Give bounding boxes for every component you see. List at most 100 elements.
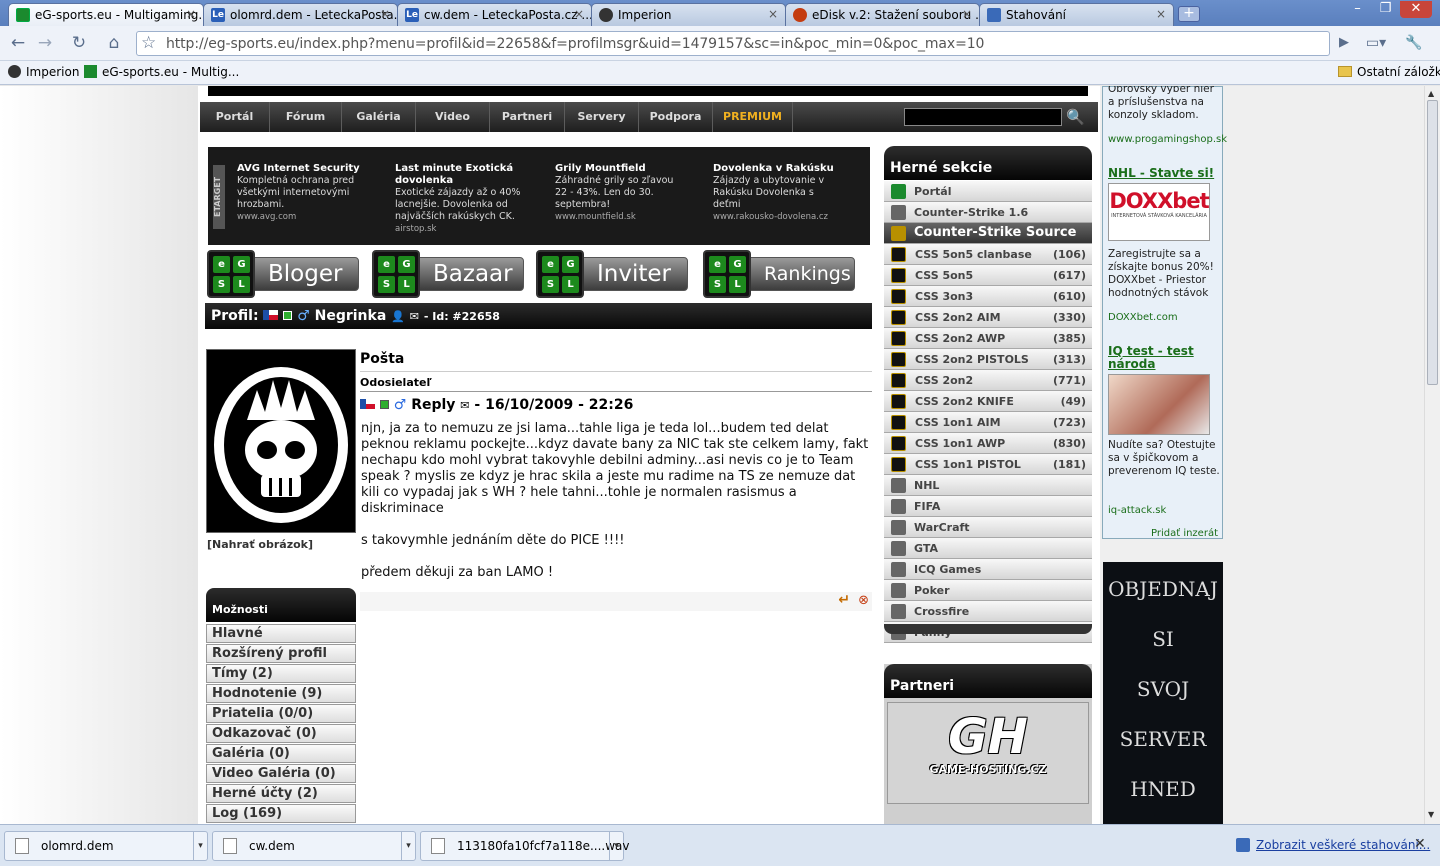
game-section-item[interactable]: Poker: [884, 580, 1092, 601]
game-section-item[interactable]: CSS 1on1 AIM (723): [884, 412, 1092, 433]
site-search-input[interactable]: [904, 108, 1062, 126]
forward-icon[interactable]: →: [33, 32, 57, 54]
iq-ad-url[interactable]: iq-attack.sk: [1108, 504, 1166, 517]
bookmark-egsports[interactable]: eG-sports.eu - Multig...: [84, 65, 239, 79]
game-section-item[interactable]: CSS 5on5 clanbase (106): [884, 244, 1092, 265]
doxx-ad-url[interactable]: DOXXbet.com: [1108, 311, 1178, 324]
chevron-down-icon[interactable]: ▾: [609, 832, 623, 860]
game-section-item[interactable]: NHL: [884, 475, 1092, 496]
iq-ad-image[interactable]: [1108, 374, 1210, 435]
scroll-down-icon[interactable]: ▼: [1428, 810, 1434, 819]
doxxbet-logo[interactable]: DOXXbet INTERNETOVÁ STÁVKOVÁ KANCELÁRIA: [1108, 183, 1210, 241]
game-section-item[interactable]: Counter-Strike 1.6: [884, 202, 1092, 223]
nav-partneri[interactable]: Partneri: [490, 102, 565, 132]
option-timy[interactable]: Tímy (2): [206, 664, 356, 683]
ad-avg[interactable]: AVG Internet Security Kompletná ochrana …: [237, 163, 387, 223]
option-video-galeria[interactable]: Video Galéria (0): [206, 764, 356, 783]
address-bar[interactable]: ☆ http://eg-sports.eu/index.php?menu=pro…: [136, 31, 1330, 56]
game-section-item[interactable]: FIFA: [884, 496, 1092, 517]
ad-lastminute[interactable]: Last minute Exotická dovolenka Exotické …: [395, 163, 545, 235]
game-hosting-logo[interactable]: GH GAME-HOSTING.CZ: [887, 702, 1089, 804]
tab-edisk[interactable]: eDisk v.2: Stažení souboru ... ×: [785, 3, 980, 26]
game-section-item[interactable]: CSS 1on1 PISTOL (181): [884, 454, 1092, 475]
ad-rakusko[interactable]: Dovolenka v Rakúsku Zájazdy a ubytovanie…: [713, 163, 843, 223]
tab-imperion[interactable]: Imperion ×: [591, 3, 786, 26]
server-order-banner[interactable]: OBJEDNAJ SI SVOJ SERVER HNED: [1103, 562, 1223, 824]
delete-icon[interactable]: ⊗: [858, 593, 869, 608]
close-icon[interactable]: ×: [380, 7, 390, 21]
game-section-item[interactable]: CSS 2on2 AWP (385): [884, 328, 1092, 349]
nav-servery[interactable]: Servery: [565, 102, 639, 132]
maximize-button[interactable]: ❐: [1372, 1, 1399, 18]
upload-image-link[interactable]: [Nahrať obrázok]: [207, 538, 313, 551]
close-window-button[interactable]: ✕: [1400, 1, 1432, 18]
game-section-item[interactable]: Crossfire: [884, 601, 1092, 622]
game-section-item[interactable]: CSS 2on2 AIM (330): [884, 307, 1092, 328]
game-section-item[interactable]: GTA: [884, 538, 1092, 559]
bookmark-imperion[interactable]: Imperion: [8, 65, 79, 79]
game-section-item[interactable]: Counter-Strike Source: [884, 223, 1092, 244]
game-section-item[interactable]: ICQ Games: [884, 559, 1092, 580]
show-all-downloads-link[interactable]: Zobrazit veškeré stahování...: [1256, 838, 1430, 852]
star-icon[interactable]: ☆: [141, 33, 156, 53]
download-item-cw[interactable]: cw.dem ▾: [212, 831, 416, 861]
nav-galeria[interactable]: Galéria: [342, 102, 416, 132]
nav-video[interactable]: Video: [416, 102, 490, 132]
close-icon[interactable]: ×: [768, 7, 778, 21]
game-section-item[interactable]: CSS 1on1 AWP (830): [884, 433, 1092, 454]
nhl-ad-title[interactable]: NHL - Stavte si!: [1108, 167, 1214, 180]
scroll-up-icon[interactable]: ▲: [1428, 89, 1434, 98]
close-icon[interactable]: ×: [574, 7, 584, 21]
minimize-button[interactable]: –: [1344, 1, 1371, 18]
option-hodnotenie[interactable]: Hodnotenie (9): [206, 684, 356, 703]
download-item-olomrd[interactable]: olomrd.dem ▾: [4, 831, 208, 861]
nav-portal[interactable]: Portál: [200, 102, 270, 132]
game-section-item[interactable]: CSS 2on2 PISTOLS (313): [884, 349, 1092, 370]
home-icon[interactable]: ⌂: [102, 32, 126, 54]
chevron-down-icon[interactable]: ▾: [193, 832, 207, 860]
close-icon[interactable]: ×: [1156, 7, 1166, 21]
tab-egsports[interactable]: eG-sports.eu - Multigaming... ×: [8, 3, 204, 26]
egsl-inviter-button[interactable]: Inviter eGSL: [536, 250, 688, 298]
tab-cw[interactable]: Le cw.dem - LeteckaPosta.cz ... ×: [397, 3, 592, 26]
sender-name[interactable]: Reply: [411, 397, 455, 413]
egsl-bazaar-button[interactable]: Bazaar eGSL: [372, 250, 524, 298]
option-rozsireny-profil[interactable]: Rozšírený profil: [206, 644, 356, 663]
iq-ad-title[interactable]: IQ test - test národa: [1108, 345, 1218, 371]
reply-icon[interactable]: ↵: [838, 592, 850, 608]
user-icon[interactable]: 👤: [391, 310, 405, 323]
option-priatelia[interactable]: Priatelia (0/0): [206, 704, 356, 723]
scrollbar-thumb[interactable]: [1427, 100, 1438, 385]
game-section-item[interactable]: WarCraft: [884, 517, 1092, 538]
reload-icon[interactable]: ↻: [67, 32, 91, 54]
chevron-down-icon[interactable]: ▾: [401, 832, 415, 860]
game-section-item[interactable]: CSS 2on2 KNIFE (49): [884, 391, 1092, 412]
egsl-rankings-button[interactable]: Rankings eGSL: [703, 250, 855, 298]
option-odkazovac[interactable]: Odkazovač (0): [206, 724, 356, 743]
side-ad-url[interactable]: www.progamingshop.sk: [1108, 133, 1227, 146]
game-section-item[interactable]: Portál: [884, 181, 1092, 202]
nav-premium[interactable]: PREMIUM: [713, 102, 793, 132]
new-tab-button[interactable]: +: [1178, 6, 1200, 22]
option-hlavne[interactable]: Hlavné: [206, 624, 356, 643]
page-menu-icon[interactable]: ▭▾: [1364, 32, 1388, 54]
mail-icon[interactable]: ✉: [410, 310, 419, 323]
download-item-wav[interactable]: 113180fa10fcf7a118e....wav ▾: [420, 831, 630, 861]
tab-downloads[interactable]: Stahování ×: [979, 3, 1174, 26]
tab-olomrd[interactable]: Le olomrd.dem - LeteckaPosta... ×: [203, 3, 398, 26]
game-section-item[interactable]: CSS 5on5 (617): [884, 265, 1092, 286]
nav-forum[interactable]: Fórum: [270, 102, 342, 132]
add-ad-link[interactable]: Pridať inzerát: [1151, 527, 1218, 540]
nav-podpora[interactable]: Podpora: [639, 102, 713, 132]
close-downloads-icon[interactable]: ✕: [1414, 836, 1426, 852]
option-herne-ucty[interactable]: Herné účty (2): [206, 784, 356, 803]
mail-icon[interactable]: ✉: [460, 399, 469, 412]
play-icon[interactable]: ▶: [1332, 32, 1356, 54]
game-section-item[interactable]: CSS 2on2 (771): [884, 370, 1092, 391]
egsl-bloger-button[interactable]: Bloger eGSL: [207, 250, 359, 298]
game-section-item[interactable]: CSS 3on3 (610): [884, 286, 1092, 307]
back-icon[interactable]: ←: [6, 32, 30, 54]
close-icon[interactable]: ×: [186, 7, 196, 21]
option-log[interactable]: Log (169): [206, 804, 356, 823]
wrench-icon[interactable]: 🔧: [1402, 32, 1426, 54]
